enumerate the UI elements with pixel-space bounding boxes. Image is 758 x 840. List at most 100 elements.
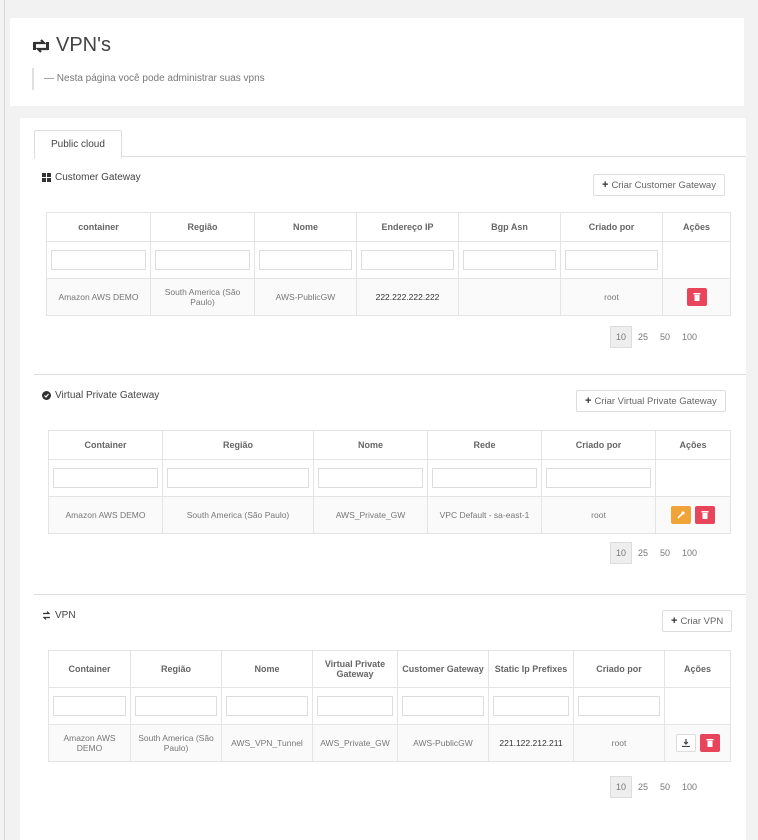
col-acoes: Ações xyxy=(662,212,731,242)
filter-input[interactable] xyxy=(565,250,658,270)
cell-nome: AWS_VPN_Tunnel xyxy=(221,724,313,762)
page-size-25[interactable]: 25 xyxy=(632,776,654,798)
filter-input[interactable] xyxy=(51,250,146,270)
page-title: VPN's xyxy=(32,34,111,57)
col-criado-por[interactable]: Criado por xyxy=(541,430,656,460)
table-header-row: Container Região Nome Rede Criado por Aç… xyxy=(48,430,731,460)
table-row: Amazon AWS DEMO South America (São Paulo… xyxy=(46,278,731,316)
cell-nome: AWS-PublicGW xyxy=(254,278,357,316)
customer-gateway-title-text: Customer Gateway xyxy=(55,172,141,183)
page-title-text: VPN's xyxy=(56,34,111,56)
pagination-customer-gateway: 10 25 50 100 xyxy=(610,326,703,348)
page-size-100[interactable]: 100 xyxy=(676,326,703,348)
col-container[interactable]: container xyxy=(46,212,151,242)
page-size-100[interactable]: 100 xyxy=(676,776,703,798)
page-size-10[interactable]: 10 xyxy=(610,542,633,564)
filter-input[interactable] xyxy=(135,696,217,716)
col-customer-gateway[interactable]: Customer Gateway xyxy=(397,650,489,688)
filter-input[interactable] xyxy=(259,250,352,270)
filter-input[interactable] xyxy=(53,468,158,488)
col-nome[interactable]: Nome xyxy=(254,212,357,242)
filter-input[interactable] xyxy=(155,250,250,270)
cell-bgp xyxy=(458,278,561,316)
col-regiao[interactable]: Região xyxy=(130,650,222,688)
tab-bar: Public cloud xyxy=(34,128,746,159)
subtitle-dash: — xyxy=(44,73,57,84)
filter-input[interactable] xyxy=(463,250,556,270)
cell-container: Amazon AWS DEMO xyxy=(48,496,163,534)
cell-container: Amazon AWS DEMO xyxy=(46,278,151,316)
trash-icon xyxy=(701,511,709,519)
create-customer-gateway-button[interactable]: + Criar Customer Gateway xyxy=(593,174,725,196)
create-vpn-button[interactable]: + Criar VPN xyxy=(662,610,733,632)
table-header-row: Container Região Nome Virtual Private Ga… xyxy=(48,650,731,688)
cell-nome: AWS_Private_GW xyxy=(313,496,428,534)
create-vpn-label: Criar VPN xyxy=(680,615,724,627)
filter-input[interactable] xyxy=(167,468,309,488)
filter-row xyxy=(48,687,731,725)
col-nome[interactable]: Nome xyxy=(221,650,313,688)
col-container[interactable]: Container xyxy=(48,650,131,688)
virtual-private-gateway-title: Virtual Private Gateway xyxy=(42,390,159,401)
filter-input[interactable] xyxy=(432,468,537,488)
tab-public-cloud[interactable]: Public cloud xyxy=(34,130,122,159)
col-nome[interactable]: Nome xyxy=(313,430,428,460)
edit-button[interactable] xyxy=(671,506,691,524)
col-static-ip-prefixes[interactable]: Static Ip Prefixes xyxy=(488,650,574,688)
delete-button[interactable] xyxy=(686,288,707,306)
page-size-10[interactable]: 10 xyxy=(610,326,633,348)
page-size-25[interactable]: 25 xyxy=(632,542,654,564)
vpn-title-text: VPN xyxy=(55,610,76,621)
col-bgp-asn[interactable]: Bgp Asn xyxy=(458,212,561,242)
page-size-25[interactable]: 25 xyxy=(632,326,654,348)
cell-regiao: South America (São Paulo) xyxy=(130,724,222,762)
filter-input[interactable] xyxy=(361,250,454,270)
page-size-10[interactable]: 10 xyxy=(610,776,633,798)
download-button[interactable] xyxy=(675,734,696,752)
cell-acoes xyxy=(662,278,731,316)
col-container[interactable]: Container xyxy=(48,430,163,460)
filter-input[interactable] xyxy=(226,696,308,716)
page-size-100[interactable]: 100 xyxy=(676,542,703,564)
delete-button[interactable] xyxy=(695,506,715,524)
customer-gateway-table: container Região Nome Endereço IP Bgp As… xyxy=(46,212,731,316)
download-icon xyxy=(681,739,690,747)
table-header-row: container Região Nome Endereço IP Bgp As… xyxy=(46,212,731,242)
cell-acoes xyxy=(664,724,731,762)
filter-input[interactable] xyxy=(578,696,660,716)
page-header: VPN's — Nesta página você pode administr… xyxy=(10,18,744,106)
filter-input[interactable] xyxy=(402,696,484,716)
content-card: Public cloud Customer Gateway + Criar Cus… xyxy=(20,118,746,840)
col-regiao[interactable]: Região xyxy=(150,212,255,242)
cell-ip: 222.222.222.222 xyxy=(356,278,459,316)
vpn-table: Container Região Nome Virtual Private Ga… xyxy=(48,650,731,762)
col-endereco-ip[interactable]: Endereço IP xyxy=(356,212,459,242)
filter-input[interactable] xyxy=(546,468,651,488)
filter-row xyxy=(46,241,731,279)
cell-regiao: South America (São Paulo) xyxy=(162,496,314,534)
section-divider xyxy=(34,374,746,375)
col-rede[interactable]: Rede xyxy=(427,430,542,460)
filter-input[interactable] xyxy=(493,696,569,716)
create-virtual-private-gateway-label: Criar Virtual Private Gateway xyxy=(594,395,717,407)
page-size-50[interactable]: 50 xyxy=(654,776,676,798)
col-regiao[interactable]: Região xyxy=(162,430,314,460)
col-acoes: Ações xyxy=(655,430,731,460)
delete-button[interactable] xyxy=(699,734,720,752)
virtual-private-gateway-table: Container Região Nome Rede Criado por Aç… xyxy=(48,430,731,534)
col-criado-por[interactable]: Criado por xyxy=(573,650,665,688)
virtual-private-gateway-title-text: Virtual Private Gateway xyxy=(55,390,160,401)
filter-input[interactable] xyxy=(53,696,126,716)
col-virtual-private-gateway[interactable]: Virtual Private Gateway xyxy=(312,650,398,688)
vpn-title: VPN xyxy=(42,610,76,621)
page-size-50[interactable]: 50 xyxy=(654,542,676,564)
filter-input[interactable] xyxy=(317,696,393,716)
table-row: Amazon AWS DEMO South America (São Paulo… xyxy=(48,496,731,534)
filter-input[interactable] xyxy=(318,468,423,488)
section-divider xyxy=(34,594,746,595)
create-virtual-private-gateway-button[interactable]: + Criar Virtual Private Gateway xyxy=(576,390,726,412)
col-criado-por[interactable]: Criado por xyxy=(560,212,663,242)
cell-cgw: AWS-PublicGW xyxy=(397,724,489,762)
page-size-50[interactable]: 50 xyxy=(654,326,676,348)
col-acoes: Ações xyxy=(664,650,731,688)
